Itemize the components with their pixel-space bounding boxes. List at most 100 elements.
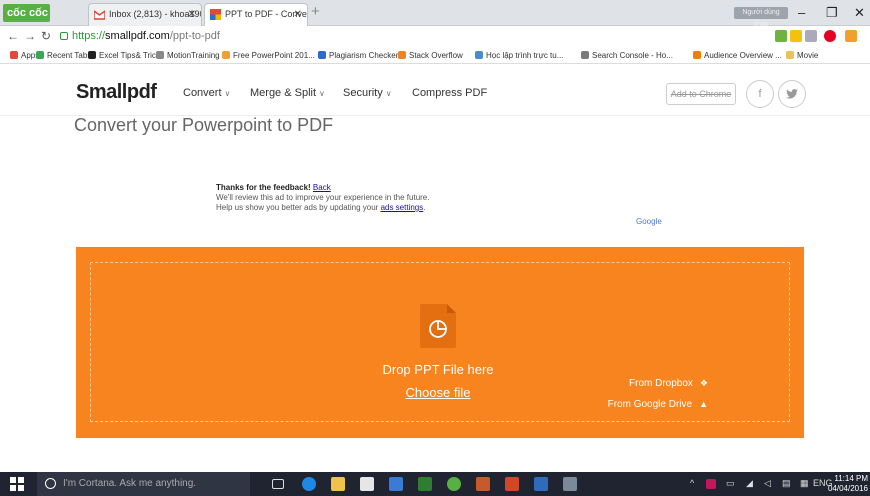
bookmark-item[interactable]: Plagiarism Checker (318, 50, 398, 61)
store-icon[interactable] (360, 477, 374, 491)
url-path: /ppt-to-pdf (169, 30, 220, 42)
cortana-icon (45, 478, 56, 489)
paint-icon[interactable] (563, 477, 577, 491)
back-arrow-icon[interactable]: ← (7, 29, 19, 43)
windows-taskbar: I'm Cortana. Ask me anything. ^ ▭ ◢ ◁ ▤ … (0, 472, 870, 496)
site-header: Smallpdf Convert ∨ Merge & Split ∨ Securit… (0, 64, 870, 116)
twitter-icon[interactable] (778, 80, 806, 108)
bookmark-item[interactable]: Học lập trình trực tu... (475, 50, 563, 61)
volume-icon[interactable]: ◁ (764, 478, 771, 489)
bookmark-icon (88, 51, 96, 59)
profile-badge[interactable]: Người dùng khác (734, 7, 788, 28)
coccoc-taskbar-icon[interactable] (447, 477, 461, 491)
new-tab-button[interactable]: + (311, 3, 320, 20)
bookmark-item[interactable]: Apps (10, 50, 39, 61)
file-fold (447, 304, 456, 313)
bookmark-star-icon[interactable] (790, 30, 802, 42)
from-dropbox-link[interactable]: From Dropbox ❖ (629, 378, 708, 389)
windows-start-icon[interactable] (10, 477, 24, 491)
task-view-icon[interactable] (272, 479, 284, 489)
file-explorer-icon[interactable] (331, 477, 345, 491)
menu-label: Compress PDF (412, 87, 488, 99)
maximize-button[interactable]: ❐ (826, 5, 838, 21)
menu-label: Convert (183, 87, 222, 99)
clock-date: 04/04/2016 (827, 484, 868, 493)
browser-tab-strip: cốc cốc Inbox (2,813) - khoa1905 ✕ PPT t… (0, 0, 870, 28)
extension-icon[interactable] (775, 30, 787, 42)
bookmark-label: Search Console - Ho... (592, 51, 673, 60)
choose-file-container: Choose file (338, 385, 538, 400)
bookmark-label: Movie (797, 51, 819, 60)
url-protocol: https:// (72, 30, 106, 42)
powerpoint-icon[interactable] (476, 477, 490, 491)
bookmark-item[interactable]: Free PowerPoint 201... (222, 50, 315, 61)
ad-line-3: Help us show you better ads by updating … (216, 203, 379, 212)
bookmark-item[interactable]: Recent Tabs (36, 50, 91, 61)
google-label: Google (636, 217, 662, 226)
bookmark-item[interactable]: Audience Overview ... (693, 50, 782, 61)
smallpdf-logo[interactable]: Smallpdf (76, 81, 157, 104)
bookmark-icon (156, 51, 164, 59)
url-field[interactable]: https://smallpdf.com/ppt-to-pdf (72, 30, 220, 42)
bookmark-item[interactable]: Excel Tips& Tricks (88, 50, 164, 61)
address-bar-row: ← → ↻ https://smallpdf.com/ppt-to-pdf (0, 26, 870, 48)
bookmark-item[interactable]: Movie (786, 50, 818, 61)
keyboard-icon[interactable]: ▦ (800, 478, 809, 489)
chevron-down-icon: ∨ (224, 89, 231, 98)
minimize-button[interactable]: – (798, 5, 805, 20)
pdf-app-icon[interactable] (505, 477, 519, 491)
tray-chevron-icon[interactable]: ^ (690, 478, 694, 488)
network-icon[interactable]: ▭ (726, 478, 735, 489)
bookmark-icon (581, 51, 589, 59)
excel-icon[interactable] (418, 477, 432, 491)
settings-gear-icon[interactable] (845, 30, 857, 42)
menu-security[interactable]: Security ∨ (343, 87, 392, 99)
bookmark-label: Học lập trình trực tu... (486, 51, 564, 60)
url-host: smallpdf.com (105, 30, 170, 42)
ad-line-3-end: . (423, 203, 426, 212)
forward-arrow-icon[interactable]: → (24, 29, 36, 43)
ad-back-link[interactable]: Back (313, 183, 331, 192)
tray-app-icon[interactable] (706, 479, 716, 489)
wifi-icon[interactable]: ◢ (746, 478, 753, 489)
menu-compress-pdf[interactable]: Compress PDF (412, 87, 487, 99)
add-to-chrome-button[interactable]: Add to Chrome (666, 83, 736, 105)
menu-merge-split[interactable]: Merge & Split ∨ (250, 87, 325, 99)
from-dropbox-label: From Dropbox (629, 378, 693, 389)
close-tab-icon[interactable]: ✕ (188, 4, 196, 25)
ads-settings-link[interactable]: ads settings (381, 203, 424, 212)
notification-icon[interactable]: ▤ (782, 478, 791, 489)
bookmark-label: Free PowerPoint 201... (233, 51, 315, 60)
cortana-search[interactable]: I'm Cortana. Ask me anything. (37, 472, 250, 496)
tab-gmail-inbox[interactable]: Inbox (2,813) - khoa1905 ✕ (88, 3, 202, 26)
google-drive-icon: ▲ (699, 399, 708, 409)
close-window-button[interactable]: ✕ (854, 5, 865, 21)
close-tab-icon[interactable]: ✕ (294, 4, 302, 25)
bookmark-icon (10, 51, 18, 59)
facebook-icon[interactable]: f (746, 80, 774, 108)
bookmark-item[interactable]: Stack Overflow (398, 50, 463, 61)
reload-icon[interactable]: ↻ (41, 29, 51, 43)
app-icon[interactable] (534, 477, 548, 491)
tab-ppt-to-pdf[interactable]: PPT to PDF - Convert Pow ✕ (204, 3, 308, 26)
bookmark-icon (222, 51, 230, 59)
dropbox-icon: ❖ (699, 378, 708, 388)
menu-convert[interactable]: Convert ∨ (183, 87, 230, 99)
bookmark-item[interactable]: MotionTraining (156, 50, 220, 61)
word-icon[interactable] (389, 477, 403, 491)
download-icon[interactable] (805, 30, 817, 42)
chevron-down-icon: ∨ (319, 89, 325, 98)
clock-time: 11:14 PM (834, 474, 868, 483)
coccoc-brand-logo[interactable]: cốc cốc (3, 4, 50, 22)
cortana-placeholder: I'm Cortana. Ask me anything. (63, 478, 197, 489)
ad-feedback: Thanks for the feedback! Back We'll revi… (216, 183, 429, 213)
edge-icon[interactable] (302, 477, 316, 491)
system-clock[interactable]: 11:14 PM 04/04/2016 (826, 474, 868, 494)
choose-file-link[interactable]: Choose file (405, 385, 470, 400)
bookmark-label: Audience Overview ... (704, 51, 782, 60)
pinterest-icon[interactable] (824, 30, 836, 42)
bookmark-label: MotionTraining (167, 51, 220, 60)
bookmark-icon (693, 51, 701, 59)
from-google-drive-link[interactable]: From Google Drive ▲ (608, 399, 708, 410)
bookmark-item[interactable]: Search Console - Ho... (581, 50, 673, 61)
